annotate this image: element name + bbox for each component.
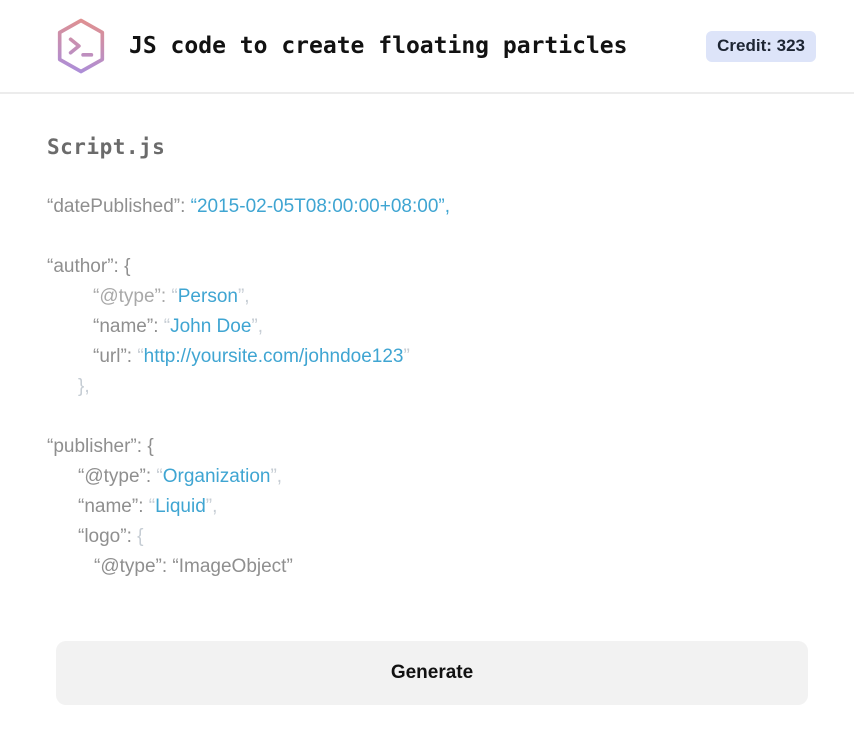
credit-badge: Credit: 323 <box>706 30 816 62</box>
code-block: “datePublished”: “2015-02-05T08:00:00+08… <box>47 192 814 582</box>
generate-button[interactable]: Generate <box>56 641 808 705</box>
page-title: JS code to create floating particles <box>129 33 628 59</box>
code-segment: : <box>180 196 191 217</box>
code-line: “datePublished”: “2015-02-05T08:00:00+08… <box>47 192 814 222</box>
code-segment: ” <box>403 346 410 367</box>
code-segment: “datePublished” <box>47 196 181 217</box>
code-line: “@type”: “Organization”, <box>47 462 814 492</box>
code-segment: Organization <box>162 466 271 487</box>
code-line: “name”: “John Doe”, <box>47 312 814 342</box>
code-segment: “url” <box>93 346 127 367</box>
code-segment: ”, <box>270 466 283 487</box>
code-line: “@type”: “ImageObject” <box>47 552 814 582</box>
code-line: “name”: “Liquid”, <box>47 492 814 522</box>
code-segment: ”, <box>237 286 250 307</box>
code-segment: http://yoursite.com/johndoe123 <box>143 346 404 367</box>
code-line: “@type”: “Person”, <box>47 282 814 312</box>
code-segment: : <box>138 496 149 517</box>
code-segment: “name” <box>78 496 139 517</box>
code-segment: : <box>126 526 138 547</box>
code-segment: : <box>153 316 164 337</box>
terminal-prompt-hexagon-icon <box>55 17 107 75</box>
code-segment: : { <box>113 256 136 277</box>
code-segment: “publisher” <box>47 436 137 457</box>
code-segment: : <box>145 466 157 487</box>
code-line: “url”: “http://yoursite.com/johndoe123” <box>47 342 814 372</box>
code-segment: ”, <box>251 316 264 337</box>
code-segment: { <box>137 526 144 547</box>
code-segment: “author” <box>47 256 114 277</box>
code-segment: “@type” <box>78 466 146 487</box>
code-segment: }, <box>78 376 90 397</box>
file-title: Script.js <box>47 135 166 159</box>
code-line: “author”: { <box>47 252 814 282</box>
code-line: }, <box>47 372 814 402</box>
code-segment: John Doe <box>170 316 252 337</box>
code-segment: Liquid <box>155 496 206 517</box>
code-line: “publisher”: { <box>47 432 814 462</box>
app-header: JS code to create floating particles Cre… <box>0 0 854 94</box>
code-line: “logo”: { <box>47 522 814 552</box>
code-segment: “2015-02-05T08:00:00+08:00”, <box>190 196 450 217</box>
code-segment: : { <box>136 436 159 457</box>
code-segment: : <box>160 286 172 307</box>
code-segment: “@type”: “ImageObject” <box>94 556 293 577</box>
code-segment: “name” <box>93 316 154 337</box>
code-segment: ”, <box>205 496 218 517</box>
code-segment: Person <box>177 286 238 307</box>
code-segment: “logo” <box>78 526 127 547</box>
code-segment: : <box>126 346 138 367</box>
main-content: Script.js “datePublished”: “2015-02-05T0… <box>0 135 854 582</box>
code-segment: “@type” <box>93 286 161 307</box>
generate-row: Generate <box>0 641 854 705</box>
